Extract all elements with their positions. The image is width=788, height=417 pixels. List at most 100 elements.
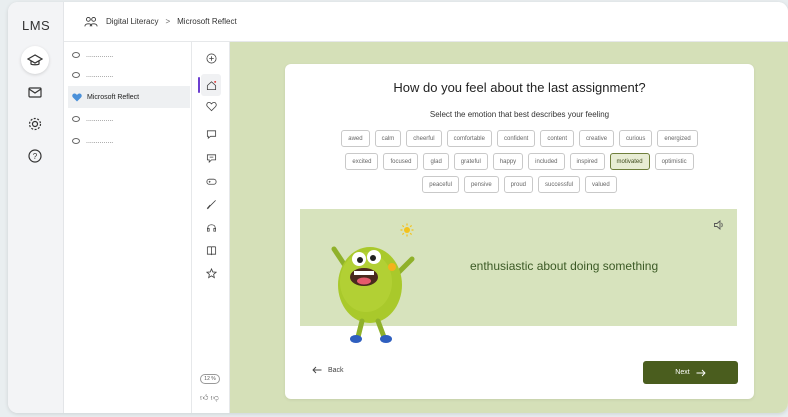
plus-circle-icon — [206, 53, 216, 63]
tree-item-label: Microsoft Reflect — [87, 93, 140, 101]
main-content: How do you feel about the last assignmen… — [230, 42, 788, 413]
header-bar: Digital Literacy > Microsoft Reflect — [64, 2, 788, 42]
rail-help-button[interactable]: ? — [21, 142, 49, 170]
tree-item-label: .............. — [86, 51, 114, 59]
emotion-chip[interactable]: energized — [657, 130, 698, 147]
gear-icon — [28, 117, 42, 131]
emotion-chip[interactable]: happy — [492, 153, 524, 170]
reflect-card: How do you feel about the last assignmen… — [285, 64, 754, 399]
emotion-row: peaceful pensive proud successful valued — [301, 176, 738, 193]
emotion-chip[interactable]: successful — [538, 176, 581, 193]
star-button[interactable] — [203, 265, 219, 281]
audio-button[interactable] — [203, 219, 219, 235]
next-button[interactable]: Next — [643, 361, 738, 384]
feedback-button[interactable] — [203, 150, 219, 166]
emotion-chip[interactable]: peaceful — [422, 176, 459, 193]
feedback-icon — [206, 153, 216, 163]
circle-icon — [72, 116, 80, 122]
tree-item[interactable]: .............. — [68, 108, 190, 130]
arrow-right-icon — [696, 369, 706, 376]
add-button[interactable] — [203, 50, 219, 66]
emotion-chip[interactable]: glad — [423, 153, 449, 170]
tree-item-label: .............. — [86, 71, 114, 79]
headphones-icon — [206, 223, 216, 232]
book-button[interactable] — [203, 242, 219, 258]
monster-character-illustration — [331, 246, 415, 343]
circle-icon — [72, 138, 80, 144]
thumbs-down-icon[interactable]: 👎︎ — [211, 393, 219, 402]
breadcrumb-current: Microsoft Reflect — [177, 17, 237, 26]
emotion-chip[interactable]: confident — [496, 130, 536, 147]
emotion-row: excited focused glad grateful happy incl… — [301, 153, 738, 170]
emotion-chip[interactable]: comfortable — [446, 130, 492, 147]
breadcrumb-course[interactable]: Digital Literacy — [106, 17, 158, 26]
emotion-chip-selected[interactable]: motivated — [609, 153, 650, 170]
emotion-chip[interactable]: excited — [345, 153, 379, 170]
help-icon: ? — [28, 149, 42, 163]
emotion-chip[interactable]: creative — [579, 130, 615, 147]
tree-item-label: .............. — [86, 137, 114, 145]
graduation-cap-icon — [27, 54, 43, 66]
emotion-chip-grid: awed calm cheerful comfortable confident… — [301, 130, 738, 199]
chat-button[interactable] — [203, 126, 219, 142]
home-button[interactable] — [198, 74, 221, 96]
tree-item[interactable]: .............. — [68, 130, 190, 152]
heart-outline-icon — [205, 101, 217, 111]
heart-icon — [72, 93, 82, 101]
nav-tree: .............. .............. Microsoft … — [64, 42, 192, 413]
rail-mail-button[interactable] — [21, 78, 49, 106]
people-icon — [84, 16, 98, 26]
svg-text:?: ? — [33, 152, 38, 161]
tree-item-microsoft-reflect[interactable]: Microsoft Reflect — [68, 86, 190, 108]
speaker-icon[interactable] — [713, 219, 725, 231]
circle-icon — [72, 52, 80, 58]
question-subtitle: Select the emotion that best describes y… — [429, 110, 610, 119]
emotion-chip[interactable]: cheerful — [406, 130, 442, 147]
mail-icon — [28, 87, 42, 98]
rail-learning-button[interactable] — [21, 46, 49, 74]
app-title: LMS — [22, 18, 51, 33]
arrow-left-icon — [312, 366, 322, 374]
star-icon — [205, 267, 217, 278]
favorites-button[interactable] — [203, 98, 219, 114]
emotion-chip[interactable]: inspired — [569, 153, 605, 170]
emotion-row: awed calm cheerful comfortable confident… — [301, 130, 738, 147]
emotion-chip[interactable]: included — [528, 153, 565, 170]
circle-icon — [72, 72, 80, 78]
emotion-chip[interactable]: awed — [341, 130, 370, 147]
gamepad-icon — [206, 178, 216, 185]
emotion-chip[interactable]: pensive — [463, 176, 499, 193]
tools-button[interactable] — [203, 196, 219, 212]
emotion-chip[interactable]: proud — [503, 176, 534, 193]
tree-item[interactable]: .............. — [68, 44, 190, 66]
tree-item[interactable]: .............. — [68, 64, 190, 86]
emotion-chip[interactable]: curious — [619, 130, 653, 147]
progress-badge: 12 % — [200, 374, 220, 384]
question-title: How do you feel about the last assignmen… — [393, 80, 646, 95]
app-window: LMS ? Digital Literacy > Microsoft Refle… — [8, 2, 788, 413]
emotion-chip[interactable]: valued — [585, 176, 617, 193]
app-rail: LMS ? — [8, 2, 64, 413]
games-button[interactable] — [203, 173, 219, 189]
book-icon — [206, 245, 216, 255]
feeling-description: enthusiastic about doing something — [470, 259, 659, 273]
back-button[interactable]: Back — [312, 366, 344, 374]
breadcrumb-separator: > — [165, 17, 171, 26]
emotion-chip[interactable]: focused — [383, 153, 419, 170]
sun-icon — [400, 223, 414, 237]
emotion-chip[interactable]: content — [540, 130, 575, 147]
home-icon — [206, 80, 216, 90]
feeling-panel: enthusiastic about doing something — [300, 209, 737, 343]
rating-controls: 👍︎ 👎︎ — [200, 393, 219, 403]
tool-icon-column: 12 % 👍︎ 👎︎ — [192, 42, 230, 413]
emotion-chip[interactable]: grateful — [453, 153, 488, 170]
next-label: Next — [675, 369, 690, 376]
chat-icon — [206, 129, 216, 139]
brush-icon — [206, 199, 216, 209]
back-label: Back — [328, 366, 344, 374]
emotion-chip[interactable]: optimistic — [654, 153, 694, 170]
thumbs-up-icon[interactable]: 👍︎ — [200, 393, 208, 402]
emotion-chip[interactable]: calm — [374, 130, 402, 147]
tree-item-label: .............. — [86, 115, 114, 123]
rail-settings-button[interactable] — [21, 110, 49, 138]
